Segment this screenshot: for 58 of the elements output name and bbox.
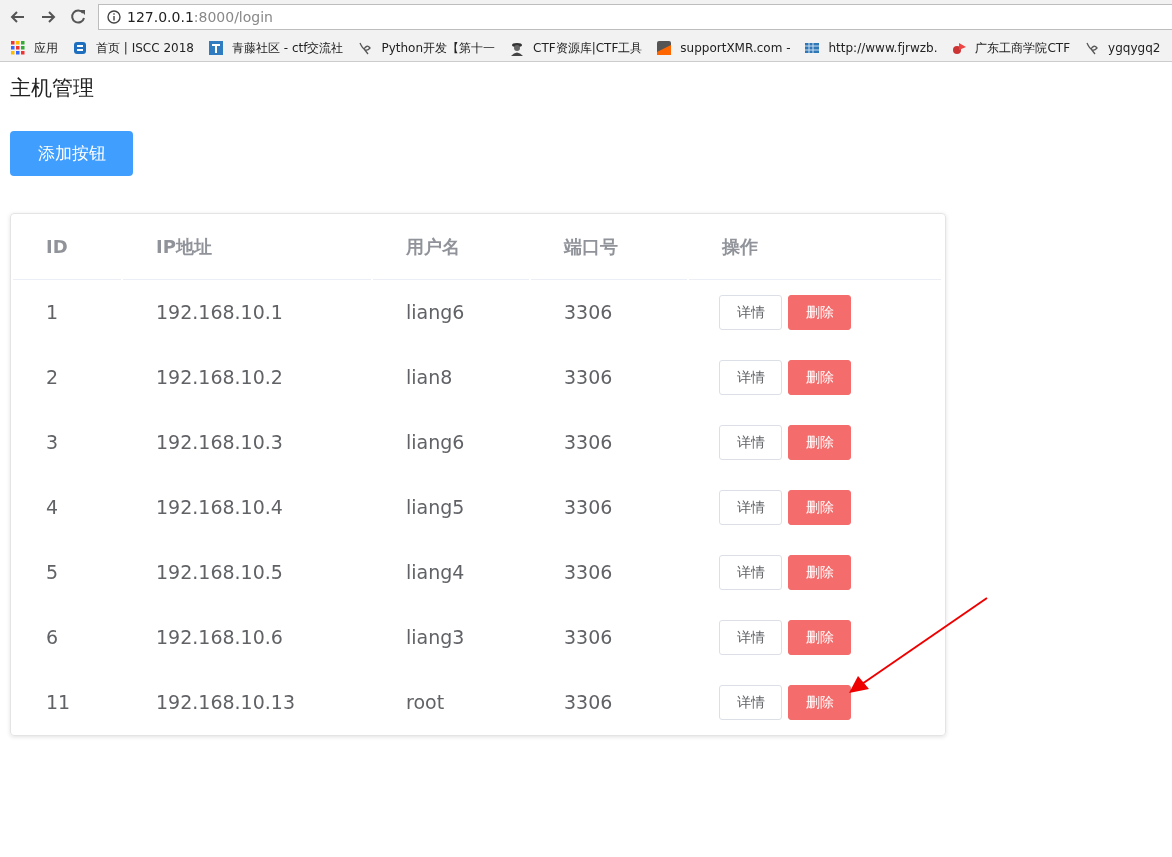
reload-icon[interactable] <box>68 7 88 27</box>
table-cell: 3306 <box>564 496 613 519</box>
apps-grid-icon <box>10 39 26 56</box>
bookmark-icon <box>656 39 673 56</box>
table-cell: 4 <box>46 496 59 519</box>
table-cell: 192.168.10.1 <box>156 301 283 324</box>
table-cell: 3 <box>46 431 59 454</box>
bookmark[interactable]: Python开发【第十一 <box>357 38 496 57</box>
column-header: IP地址 <box>123 214 371 281</box>
table-cell: 192.168.10.6 <box>156 626 283 649</box>
bookmark[interactable]: supportXMR.com - <box>656 38 791 57</box>
details-button[interactable]: 详情 <box>719 685 782 721</box>
table-cell: 192.168.10.5 <box>156 561 283 584</box>
table-cell: 3306 <box>564 691 613 714</box>
bookmark[interactable]: 首页 | ISCC 2018 <box>72 38 194 57</box>
details-button[interactable]: 详情 <box>719 620 782 656</box>
table-cell: liang4 <box>406 561 465 584</box>
bookmark[interactable]: 应用 <box>10 38 58 57</box>
details-button[interactable]: 详情 <box>719 295 782 331</box>
details-button[interactable]: 详情 <box>719 490 782 526</box>
bookmark[interactable]: ygqygq2 <box>1084 38 1161 57</box>
table-cell: 192.168.10.13 <box>156 691 295 714</box>
table-cell: 11 <box>46 691 71 714</box>
column-header: 操作 <box>689 214 941 281</box>
table-cell: liang3 <box>406 626 465 649</box>
table-cell: 192.168.10.4 <box>156 496 283 519</box>
column-header: 用户名 <box>373 214 529 281</box>
bookmark[interactable]: http://www.fjrwzb. <box>804 38 938 57</box>
table-cell: 3306 <box>564 431 613 454</box>
column-header: ID <box>13 214 121 281</box>
bookmark[interactable]: 青藤社区 - ctf交流社 <box>207 38 344 57</box>
table-cell: 5 <box>46 561 59 584</box>
table-cell: 6 <box>46 626 59 649</box>
details-button[interactable]: 详情 <box>719 555 782 591</box>
address-bar[interactable]: 127.0.0.1:8000/login <box>98 4 1172 30</box>
bookmark[interactable]: CTF资源库|CTF工具 <box>509 38 643 57</box>
url-text: 127.0.0.1:8000/login <box>127 7 273 27</box>
bookmark[interactable]: 广东工商学院CTF <box>951 38 1071 57</box>
table-cell: liang6 <box>406 301 465 324</box>
table-cell: liang5 <box>406 496 465 519</box>
table-cell: 192.168.10.3 <box>156 431 283 454</box>
table-cell: 3306 <box>564 626 613 649</box>
details-button[interactable]: 详情 <box>719 425 782 461</box>
table-cell: liang6 <box>406 431 465 454</box>
column-header: 端口号 <box>531 214 687 281</box>
details-button[interactable]: 详情 <box>719 360 782 396</box>
table-cell: 3306 <box>564 301 613 324</box>
table-cell: 1 <box>46 301 59 324</box>
table-cell: 3306 <box>564 366 613 389</box>
table-cell: 192.168.10.2 <box>156 366 283 389</box>
bookmark-icon <box>207 39 224 56</box>
table-cell: 3306 <box>564 561 613 584</box>
info-icon[interactable] <box>107 10 121 24</box>
table-cell: lian8 <box>406 366 453 389</box>
page-title: 主机管理 <box>10 76 95 102</box>
table-cell: 2 <box>46 366 59 389</box>
table-cell: root <box>406 691 445 714</box>
bookmark-icon <box>72 39 88 56</box>
